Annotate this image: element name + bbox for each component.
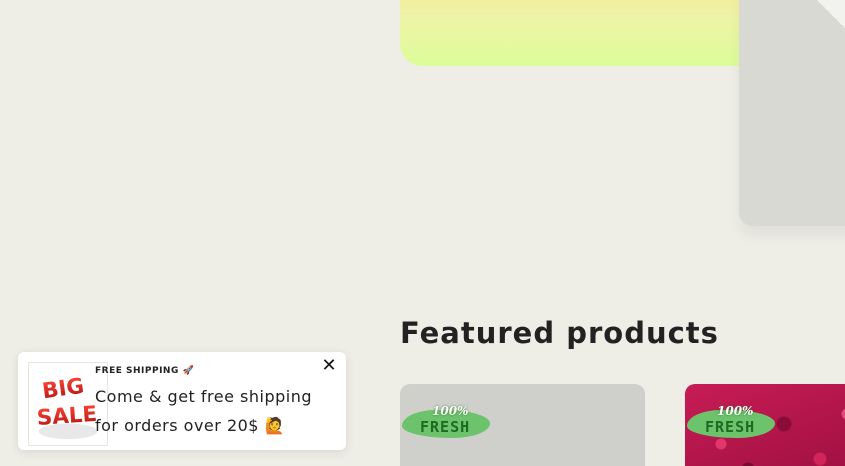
section-title: Featured products [400, 316, 719, 350]
product-card[interactable]: 100% FRESH [685, 384, 845, 466]
product-card[interactable]: 100% FRESH [400, 384, 645, 466]
badge-word: FRESH [420, 418, 471, 436]
badge-word: FRESH [705, 418, 756, 436]
hero-side-panel [739, 0, 845, 226]
fresh-badge: 100% FRESH [687, 404, 775, 442]
hero-side-corner [812, 0, 845, 32]
svg-text:BIG: BIG [41, 374, 86, 405]
badge-percent: 100% [432, 404, 469, 418]
popup-kicker: FREE SHIPPING 🚀 [95, 366, 195, 376]
shipping-popup[interactable]: BIG SALE FREE SHIPPING 🚀 Come & get free… [18, 352, 346, 450]
hero-banner-card [400, 0, 780, 66]
svg-text:SALE: SALE [36, 402, 98, 431]
popup-message: Come & get free shipping for orders over… [95, 387, 313, 435]
badge-percent: 100% [717, 404, 754, 418]
fresh-badge: 100% FRESH [402, 404, 490, 442]
close-icon[interactable]: ✕ [320, 357, 338, 375]
